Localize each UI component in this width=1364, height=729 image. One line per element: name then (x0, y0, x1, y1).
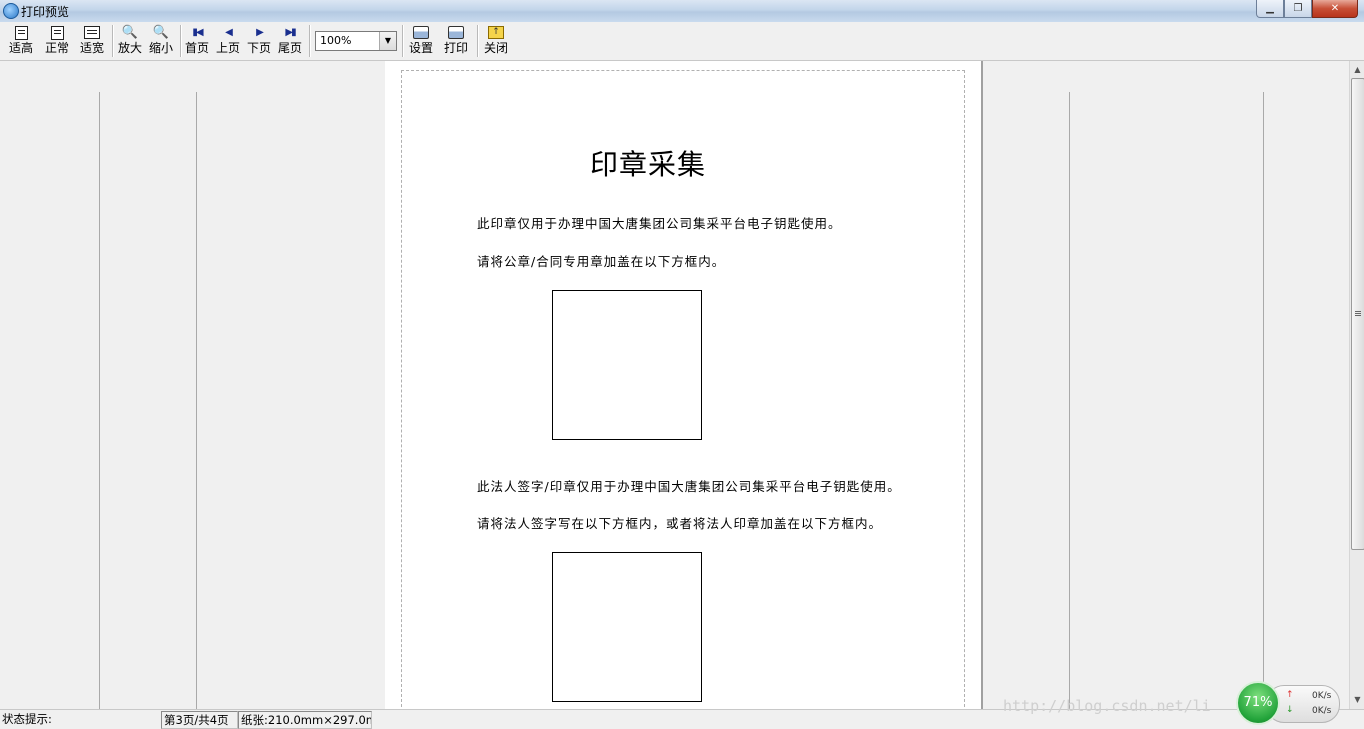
minimize-button[interactable]: ▁ (1256, 0, 1284, 18)
close-window-button[interactable]: ✕ (1312, 0, 1358, 18)
document-title: 印章采集 (590, 148, 707, 181)
printer-icon (448, 26, 464, 39)
next-page-label: 下页 (247, 41, 272, 55)
download-arrow-icon: ↓ (1286, 705, 1294, 715)
status-hint: 状态提示: (2, 712, 52, 726)
prev-page-label: 上页 (216, 41, 241, 55)
signature-box (552, 552, 702, 702)
adjacent-page-edge (99, 92, 100, 709)
close-preview-button[interactable]: ↑ 关闭 (484, 24, 508, 58)
window-controls: ▁ ❐ ✕ (1256, 0, 1358, 18)
usage-percent: 71% (1236, 681, 1280, 725)
prev-page-button[interactable]: ◀ 上页 (216, 24, 240, 58)
maximize-button[interactable]: ❐ (1284, 0, 1312, 18)
watermark-text: http://blog.csdn.net/li (1003, 697, 1211, 715)
zoom-value: 100% (320, 34, 352, 47)
paragraph-seal-instruction: 请将公章/合同专用章加盖在以下方框内。 (477, 254, 726, 269)
adjacent-page-edge (1069, 92, 1070, 709)
toolbar-separator (112, 25, 114, 57)
paragraph-seal-usage: 此印章仅用于办理中国大唐集团公司集采平台电子钥匙使用。 (477, 216, 842, 231)
scrollbar-thumb[interactable] (1351, 78, 1364, 550)
seal-box (552, 290, 702, 440)
fit-width-button[interactable]: 适宽 (80, 24, 104, 58)
scroll-down-icon[interactable]: ▼ (1351, 692, 1364, 707)
normal-size-button[interactable]: 正常 (45, 24, 69, 58)
zoom-out-button[interactable]: 🔍 缩小 (149, 24, 173, 58)
last-page-label: 尾页 (278, 41, 303, 55)
settings-label: 设置 (409, 41, 434, 55)
next-page-button[interactable]: ▶ 下页 (247, 24, 271, 58)
settings-button[interactable]: 设置 (409, 24, 433, 58)
page-icon (50, 25, 64, 40)
zoom-out-icon: 🔍 (152, 25, 170, 40)
toolbar-separator (180, 25, 182, 57)
prev-page-icon: ◀ (225, 27, 233, 38)
print-button[interactable]: 打印 (444, 24, 468, 58)
download-speed: 0K/s (1312, 706, 1332, 716)
adjacent-page-edge (1263, 92, 1264, 709)
folder-exit-icon: ↑ (488, 26, 504, 39)
zoom-select[interactable]: 100% ▼ (315, 31, 397, 51)
toolbar-separator (402, 25, 404, 57)
print-label: 打印 (444, 41, 469, 55)
toolbar: 适高 正常 适宽 🔍 放大 🔍 缩小 ▮◀ 首页 ◀ 上页 ▶ 下页 ▶▮ 尾页… (0, 22, 1364, 61)
window-title: 打印预览 (21, 5, 70, 19)
upload-arrow-icon: ↑ (1286, 690, 1294, 700)
last-page-icon: ▶▮ (285, 27, 296, 38)
paragraph-signature-instruction: 请将法人签字写在以下方框内，或者将法人印章加盖在以下方框内。 (477, 516, 883, 531)
zoom-in-icon: 🔍 (121, 25, 139, 40)
page-setup-icon (413, 26, 429, 39)
first-page-button[interactable]: ▮◀ 首页 (185, 24, 209, 58)
network-monitor-widget[interactable]: ↑ 0K/s ↓ 0K/s 71% (1236, 681, 1340, 725)
close-preview-label: 关闭 (484, 41, 509, 55)
paper-size: 纸张:210.0mm×297.0mm (238, 711, 372, 729)
first-page-icon: ▮◀ (192, 27, 203, 38)
vertical-scrollbar[interactable]: ▲ ▼ (1349, 61, 1364, 709)
zoom-in-button[interactable]: 🔍 放大 (118, 24, 142, 58)
page-indicator: 第3页/共4页 (161, 711, 238, 729)
fit-height-label: 适高 (9, 41, 34, 55)
fit-height-button[interactable]: 适高 (9, 24, 33, 58)
app-icon (3, 3, 19, 19)
normal-size-label: 正常 (45, 41, 70, 55)
fit-width-label: 适宽 (80, 41, 105, 55)
zoom-out-label: 缩小 (149, 41, 174, 55)
next-page-icon: ▶ (256, 27, 264, 38)
chevron-down-icon[interactable]: ▼ (379, 32, 396, 50)
upload-speed: 0K/s (1312, 691, 1332, 701)
paragraph-signature-usage: 此法人签字/印章仅用于办理中国大唐集团公司集采平台电子钥匙使用。 (477, 479, 901, 494)
preview-area[interactable]: 印章采集 此印章仅用于办理中国大唐集团公司集采平台电子钥匙使用。 请将公章/合同… (0, 61, 1349, 709)
grip-icon (1355, 311, 1361, 312)
page-icon (14, 25, 28, 40)
wide-page-icon (84, 26, 100, 39)
toolbar-separator (309, 25, 311, 57)
zoom-in-label: 放大 (118, 41, 143, 55)
first-page-label: 首页 (185, 41, 210, 55)
toolbar-separator (477, 25, 479, 57)
scroll-up-icon[interactable]: ▲ (1351, 62, 1364, 77)
title-bar: 打印预览 ▁ ❐ ✕ (0, 0, 1364, 23)
last-page-button[interactable]: ▶▮ 尾页 (278, 24, 302, 58)
adjacent-page-edge (196, 92, 197, 709)
